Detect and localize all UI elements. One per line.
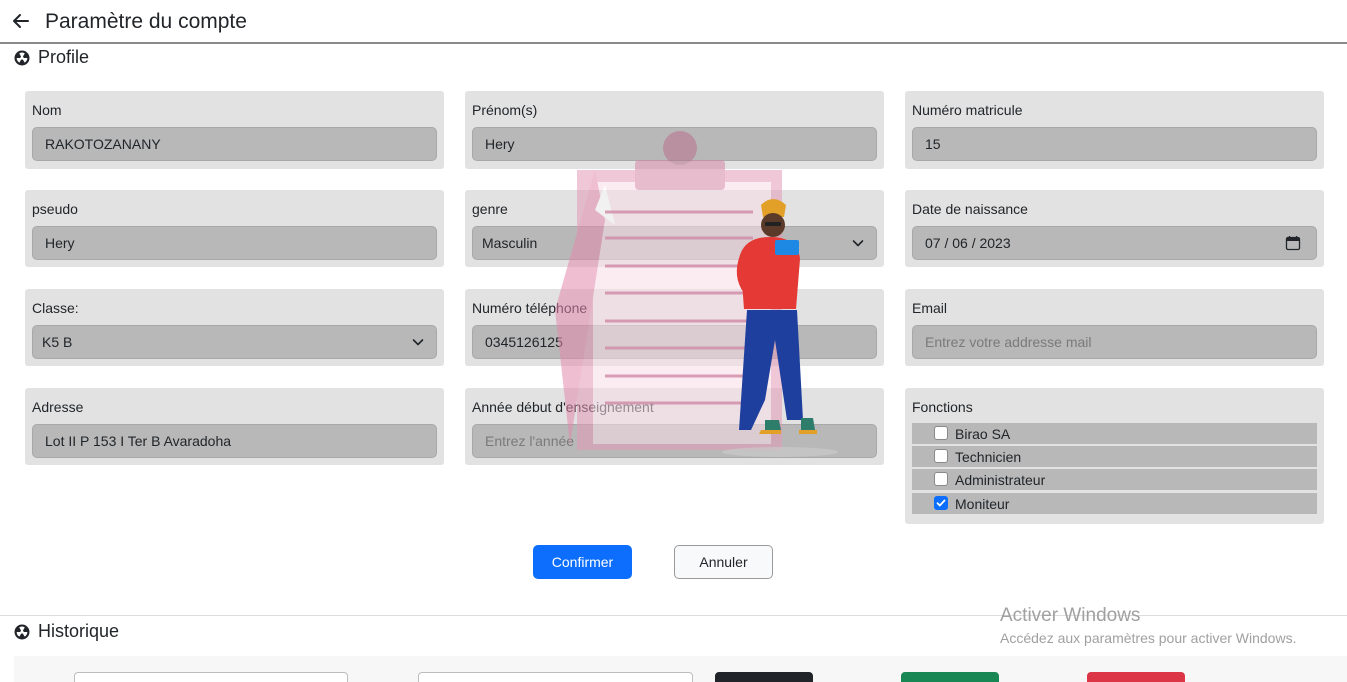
telephone-input[interactable]: 0345126125 [472, 325, 877, 359]
section-divider [0, 615, 1347, 616]
fonction-option-label: Administrateur [955, 472, 1046, 488]
naissance-group: Date de naissance 07 / 06 / 2023 [905, 190, 1324, 267]
naissance-label: Date de naissance [912, 201, 1028, 217]
fonction-option-label: Moniteur [955, 496, 1010, 512]
page-title: Paramètre du compte [45, 10, 247, 33]
history-red-button[interactable] [1087, 672, 1185, 682]
matricule-input[interactable]: 15 [912, 127, 1317, 161]
check-icon [936, 499, 946, 507]
fonctions-group: Fonctions Birao SA Technicien Administra… [905, 388, 1324, 524]
fonction-option[interactable]: Birao SA [912, 423, 1317, 444]
prenoms-group: Prénom(s) Hery [465, 91, 884, 169]
email-label: Email [912, 300, 948, 316]
history-section-title: Historique [38, 621, 120, 641]
fonction-option-label: Technicien [955, 449, 1022, 465]
annee-label: Année début d'enseignement [472, 399, 654, 415]
checkbox[interactable] [934, 426, 948, 440]
history-input-placeholder[interactable] [418, 672, 693, 682]
profile-section-title: Profile [38, 47, 90, 67]
confirm-button[interactable]: Confirmer [533, 545, 632, 579]
checkbox-checked[interactable] [934, 496, 948, 510]
fonction-option[interactable]: Moniteur [912, 493, 1317, 514]
classe-select-value: K5 B [42, 334, 73, 350]
history-dark-button[interactable] [715, 672, 813, 682]
radiation-icon [14, 50, 30, 65]
naissance-value: 07 / 06 / 2023 [925, 235, 1011, 251]
windows-activation-title: Activer Windows [1000, 605, 1141, 626]
classe-select[interactable]: K5 B [32, 325, 437, 359]
fonction-option[interactable]: Technicien [912, 446, 1317, 467]
radiation-icon [14, 624, 30, 639]
genre-select[interactable]: Masculin [472, 226, 877, 260]
calendar-icon[interactable] [1285, 235, 1301, 251]
classe-group: Classe: K5 B [25, 289, 444, 366]
genre-select-value: Masculin [482, 235, 538, 251]
app-header: Paramètre du compte [0, 0, 1347, 44]
pseudo-label: pseudo [32, 201, 78, 217]
arrow-left-icon[interactable] [10, 10, 32, 32]
history-input-placeholder[interactable] [74, 672, 348, 682]
pseudo-input[interactable]: Hery [32, 226, 437, 260]
history-content-preview [14, 656, 1347, 682]
history-green-button[interactable] [901, 672, 999, 682]
email-input[interactable]: Entrez votre addresse mail [912, 325, 1317, 359]
chevron-down-icon [412, 339, 424, 346]
genre-label: genre [472, 201, 508, 217]
chevron-down-icon [852, 240, 864, 247]
nom-group: Nom RAKOTOZANANY [25, 91, 444, 169]
adresse-label: Adresse [32, 399, 84, 415]
cancel-button[interactable]: Annuler [674, 545, 773, 579]
classe-label: Classe: [32, 300, 79, 316]
adresse-input[interactable]: Lot II P 153 I Ter B Avaradoha [32, 424, 437, 458]
nom-input[interactable]: RAKOTOZANANY [32, 127, 437, 161]
windows-activation-subtitle: Accédez aux paramètres pour activer Wind… [1000, 630, 1297, 646]
matricule-group: Numéro matricule 15 [905, 91, 1324, 169]
fonction-option[interactable]: Administrateur [912, 469, 1317, 490]
email-group: Email Entrez votre addresse mail [905, 289, 1324, 366]
annee-input[interactable]: Entrez l'année [472, 424, 877, 458]
fonction-option-label: Birao SA [955, 426, 1011, 442]
telephone-group: Numéro téléphone 0345126125 [465, 289, 884, 366]
profile-section-header[interactable]: Profile [14, 47, 89, 68]
history-section-header[interactable]: Historique [14, 621, 119, 642]
pseudo-group: pseudo Hery [25, 190, 444, 267]
nom-label: Nom [32, 102, 62, 118]
checkbox[interactable] [934, 449, 948, 463]
matricule-label: Numéro matricule [912, 102, 1023, 118]
fonctions-label: Fonctions [912, 399, 973, 415]
adresse-group: Adresse Lot II P 153 I Ter B Avaradoha [25, 388, 444, 465]
genre-group: genre Masculin [465, 190, 884, 267]
telephone-label: Numéro téléphone [472, 300, 588, 316]
annee-group: Année début d'enseignement Entrez l'anné… [465, 388, 884, 465]
checkbox[interactable] [934, 472, 948, 486]
naissance-date-input[interactable]: 07 / 06 / 2023 [912, 226, 1317, 260]
prenoms-label: Prénom(s) [472, 102, 538, 118]
prenoms-input[interactable]: Hery [472, 127, 877, 161]
